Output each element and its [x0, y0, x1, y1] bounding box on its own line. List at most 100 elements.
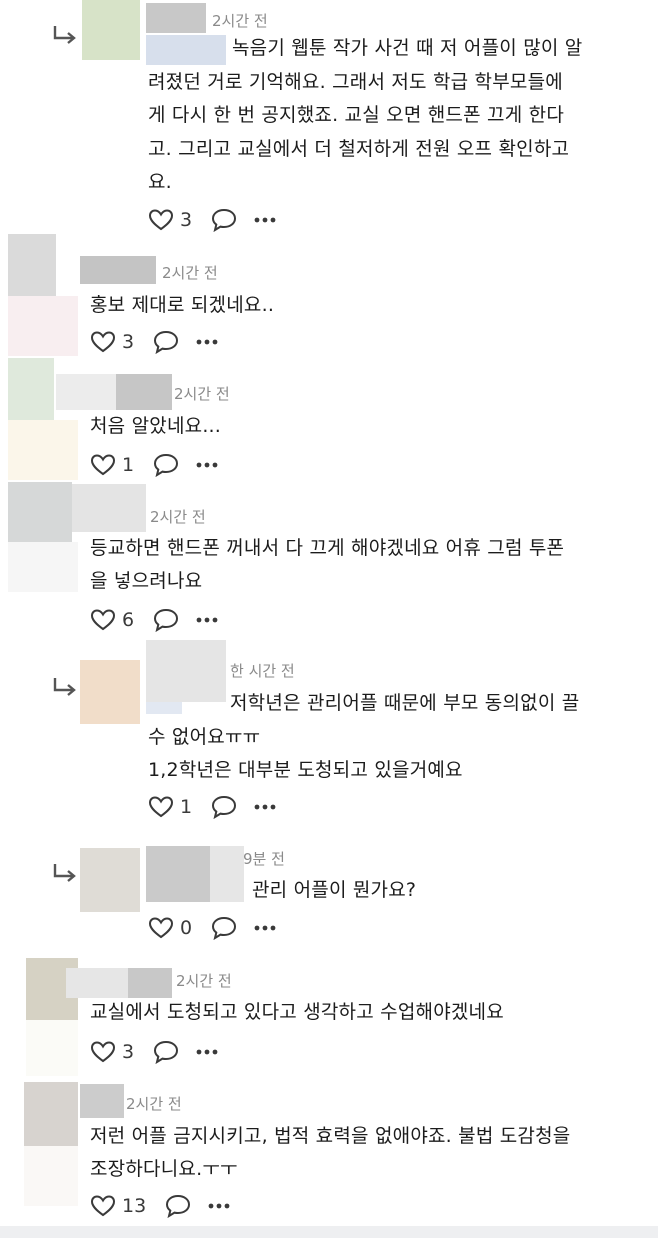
- comment-time: 한 시간 전: [230, 662, 295, 680]
- comment-actions: 6: [90, 606, 218, 634]
- avatar-blur: [26, 1020, 78, 1076]
- comment-bubble-icon: [166, 1194, 191, 1219]
- like-button[interactable]: 3: [90, 330, 134, 354]
- username-blurred[interactable]: [72, 484, 146, 532]
- comment-bubble-icon: [154, 1040, 179, 1065]
- comment-bubble-icon: [154, 453, 179, 478]
- avatar[interactable]: [80, 848, 140, 912]
- username-blurred[interactable]: [146, 846, 210, 902]
- comment-line: 을 넣으려나요: [90, 570, 203, 592]
- more-button[interactable]: [208, 1202, 230, 1210]
- heart-icon: [148, 796, 174, 818]
- comment-line: 요.: [148, 171, 172, 193]
- like-button[interactable]: 13: [90, 1194, 146, 1218]
- comment-time: 2시간 전: [150, 508, 206, 526]
- comment-time: 2시간 전: [162, 264, 218, 282]
- comment-bubble-icon: [212, 208, 237, 233]
- more-button[interactable]: [196, 1048, 218, 1056]
- comment-actions: 1: [148, 793, 276, 821]
- avatar[interactable]: [24, 1082, 78, 1146]
- comment-body: 관리 어플이 뭔가요?: [252, 879, 417, 901]
- reply-arrow-icon: [52, 862, 78, 884]
- reply-button[interactable]: [152, 329, 180, 355]
- reply-button[interactable]: [210, 207, 238, 233]
- comment-line: 저런 어플 금지시키고, 법적 효력을 없애야죠. 불법 도감청을: [90, 1125, 571, 1147]
- more-button[interactable]: [196, 461, 218, 469]
- comment-body: 교실에서 도청되고 있다고 생각하고 수업해야겠네요: [90, 1001, 504, 1023]
- reply-button[interactable]: [152, 1039, 180, 1065]
- comment-line: 고. 그리고 교실에서 더 철저하게 전원 오프 확인하고: [148, 138, 570, 160]
- comment-time: 9분 전: [243, 850, 285, 868]
- comment-actions: 1: [90, 451, 218, 479]
- username-blurred[interactable]: [146, 640, 226, 702]
- comment-bubble-icon: [212, 795, 237, 820]
- comment-time: 2시간 전: [174, 385, 230, 403]
- like-button[interactable]: 3: [90, 1040, 134, 1064]
- like-count: 1: [180, 796, 193, 818]
- reply-button[interactable]: [164, 1193, 192, 1219]
- comment-bubble-icon: [212, 916, 237, 941]
- comment-actions: 0: [148, 914, 276, 942]
- heart-icon: [90, 454, 116, 476]
- avatar-blur: [8, 296, 78, 356]
- more-dots-icon: [196, 617, 218, 623]
- more-dots-icon: [254, 217, 276, 223]
- avatar-blur: [24, 1146, 78, 1206]
- reply-button[interactable]: [152, 607, 180, 633]
- comment-body: 처음 알았네요...: [90, 415, 222, 437]
- more-dots-icon: [208, 1203, 230, 1209]
- like-count: 3: [122, 331, 135, 353]
- comment-bubble-icon: [154, 608, 179, 633]
- like-button[interactable]: 3: [148, 208, 192, 232]
- like-count: 3: [180, 209, 193, 231]
- avatar[interactable]: [8, 482, 72, 542]
- like-button[interactable]: 1: [90, 453, 134, 477]
- comment-body: 홍보 제대로 되겠네요..: [90, 294, 275, 316]
- more-button[interactable]: [196, 616, 218, 624]
- like-count: 0: [180, 917, 193, 939]
- username-blurred: [210, 846, 244, 902]
- heart-icon: [148, 209, 174, 231]
- reply-button[interactable]: [210, 915, 238, 941]
- avatar[interactable]: [82, 0, 140, 60]
- comment-line: 려졌던 거로 기억해요. 그래서 저도 학급 학부모들에: [148, 71, 563, 93]
- like-button[interactable]: 0: [148, 916, 192, 940]
- comment-actions: 3: [90, 1038, 218, 1066]
- comment-line: 등교하면 핸드폰 꺼내서 다 끄게 해야겠네요 어휴 그럼 투폰: [90, 537, 565, 559]
- comment-line: 조장하다니요.ㅜㅜ: [90, 1158, 238, 1180]
- username-blurred[interactable]: [146, 3, 206, 33]
- more-dots-icon: [196, 1049, 218, 1055]
- username-blurred: [116, 374, 172, 410]
- like-count: 1: [122, 454, 135, 476]
- heart-icon: [90, 1041, 116, 1063]
- avatar-blur: [8, 542, 78, 592]
- avatar[interactable]: [80, 660, 140, 724]
- more-button[interactable]: [254, 803, 276, 811]
- username-blurred[interactable]: [56, 374, 116, 410]
- username-blurred[interactable]: [80, 1084, 124, 1118]
- more-button[interactable]: [254, 216, 276, 224]
- username-blurred: [146, 702, 182, 714]
- username-blurred: [146, 35, 226, 65]
- more-dots-icon: [254, 804, 276, 810]
- heart-icon: [90, 331, 116, 353]
- more-button[interactable]: [196, 338, 218, 346]
- username-blurred[interactable]: [66, 968, 128, 998]
- bottom-divider: [0, 1226, 658, 1238]
- comment-time: 2시간 전: [126, 1095, 182, 1113]
- comment-actions: 3: [148, 206, 276, 234]
- avatar[interactable]: [8, 358, 54, 420]
- like-button[interactable]: 1: [148, 795, 192, 819]
- like-button[interactable]: 6: [90, 608, 134, 632]
- comment-line: 수 없어요ㅠㅠ: [148, 726, 261, 748]
- more-dots-icon: [254, 925, 276, 931]
- comment-actions: 13: [90, 1192, 230, 1220]
- reply-button[interactable]: [210, 794, 238, 820]
- heart-icon: [148, 917, 174, 939]
- username-blurred[interactable]: [80, 256, 156, 284]
- reply-arrow-icon: [52, 24, 78, 46]
- more-button[interactable]: [254, 924, 276, 932]
- avatar[interactable]: [8, 234, 56, 296]
- comment-line: 게 다시 한 번 공지했죠. 교실 오면 핸드폰 끄게 한다: [148, 104, 564, 126]
- reply-button[interactable]: [152, 452, 180, 478]
